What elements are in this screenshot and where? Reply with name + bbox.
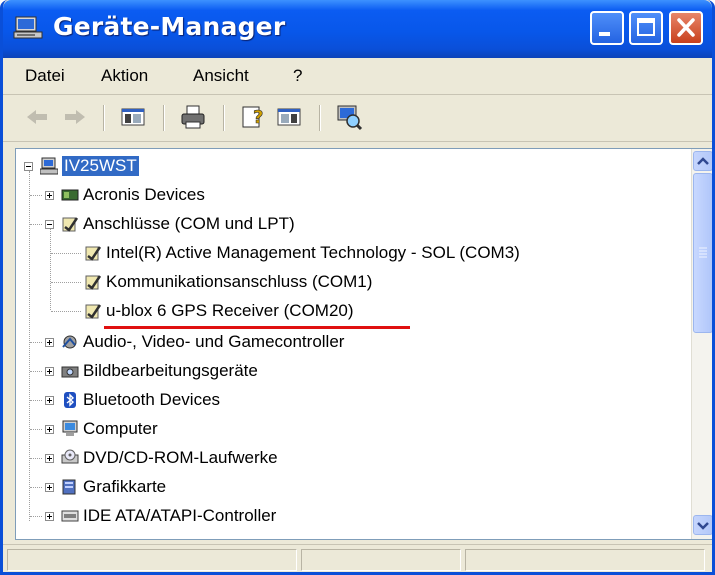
menu-bar: Datei Aktion Ansicht ? xyxy=(3,58,712,95)
close-button[interactable] xyxy=(669,11,703,45)
status-pane xyxy=(301,549,461,571)
device-manager-window: Geräte-Manager Datei Aktion Ansicht ? ? … xyxy=(0,0,715,575)
collapse-icon[interactable] xyxy=(45,220,54,229)
chevron-down-icon xyxy=(697,522,709,530)
category-label: Audio-, Video- und Gamecontroller xyxy=(83,332,345,351)
expand-icon[interactable] xyxy=(45,483,54,492)
chevron-up-icon xyxy=(697,157,709,165)
computer-icon xyxy=(40,157,58,175)
category-label: Bluetooth Devices xyxy=(83,390,221,409)
menu-ansicht[interactable]: Ansicht xyxy=(193,66,249,86)
maximize-button[interactable] xyxy=(629,11,663,45)
tree-line xyxy=(30,458,42,459)
imaging-device-icon xyxy=(61,366,79,378)
print-icon[interactable] xyxy=(179,103,207,131)
scroll-up-button[interactable] xyxy=(693,151,712,171)
view-pane-icon[interactable] xyxy=(275,103,303,131)
status-bar xyxy=(3,544,712,572)
ide-controller-icon xyxy=(61,510,79,522)
toolbar-separator xyxy=(223,105,225,131)
expand-icon[interactable] xyxy=(45,425,54,434)
display-adapter-icon xyxy=(62,479,76,495)
close-icon xyxy=(677,18,695,37)
tree-line xyxy=(30,429,42,430)
back-arrow-icon[interactable] xyxy=(23,103,51,131)
status-pane xyxy=(465,549,705,571)
maximize-icon xyxy=(637,18,655,36)
audio-video-icon xyxy=(62,335,77,349)
vertical-scrollbar[interactable] xyxy=(691,149,712,539)
port-icon xyxy=(85,275,102,290)
expand-icon[interactable] xyxy=(45,454,54,463)
device-label: Kommunikationsanschluss (COM1) xyxy=(106,272,373,291)
device-tree[interactable]: IV25WST Acronis Devices Anschlüsse (COM … xyxy=(15,148,712,540)
tree-line xyxy=(30,342,42,343)
category-label: DVD/CD-ROM-Laufwerke xyxy=(83,448,278,467)
port-icon xyxy=(85,246,102,261)
category-label: Computer xyxy=(83,419,158,438)
category-label: Acronis Devices xyxy=(83,185,205,204)
toolbar-separator xyxy=(319,105,321,131)
svg-text:?: ? xyxy=(253,107,263,128)
expand-icon[interactable] xyxy=(45,396,54,405)
menu-aktion[interactable]: Aktion xyxy=(101,66,148,86)
tree-line xyxy=(51,311,81,312)
minimize-icon xyxy=(599,32,610,36)
category-label: IDE ATA/ATAPI-Controller xyxy=(83,506,277,525)
scan-hardware-icon[interactable] xyxy=(335,103,363,131)
tree-line xyxy=(30,371,42,372)
collapse-icon[interactable] xyxy=(24,162,33,171)
port-icon xyxy=(85,304,102,319)
window-title: Geräte-Manager xyxy=(53,12,286,41)
port-icon xyxy=(62,217,79,232)
expand-icon[interactable] xyxy=(45,191,54,200)
menu-help[interactable]: ? xyxy=(293,66,302,86)
device-label: Intel(R) Active Management Technology - … xyxy=(106,243,520,262)
tree-line xyxy=(30,516,42,517)
title-bar[interactable]: Geräte-Manager xyxy=(3,0,712,58)
root-computer-name: IV25WST xyxy=(62,156,139,176)
category-label: Bildbearbeitungsgeräte xyxy=(83,361,258,380)
bluetooth-icon xyxy=(64,392,76,408)
tree-line xyxy=(51,282,81,283)
dvd-drive-icon xyxy=(61,449,79,464)
tree-line xyxy=(30,487,42,488)
forward-arrow-icon[interactable] xyxy=(61,103,89,131)
toolbar: ? xyxy=(3,95,712,142)
grip-icon xyxy=(699,247,707,258)
toolbar-separator xyxy=(163,105,165,131)
category-label: Grafikkarte xyxy=(83,477,167,496)
properties-help-icon[interactable]: ? xyxy=(239,103,267,131)
console-tree-icon[interactable] xyxy=(119,103,147,131)
minimize-button[interactable] xyxy=(590,11,624,45)
status-pane xyxy=(7,549,297,571)
tree-line xyxy=(30,224,42,225)
scroll-thumb[interactable] xyxy=(693,173,712,333)
tree-line xyxy=(30,195,42,196)
expand-icon[interactable] xyxy=(45,367,54,376)
tree-line xyxy=(50,227,51,310)
acronis-device-icon xyxy=(61,189,79,201)
device-label: u-blox 6 GPS Receiver (COM20) xyxy=(106,301,354,320)
computer-icon xyxy=(13,16,43,39)
computer-icon xyxy=(62,420,78,436)
toolbar-separator xyxy=(103,105,105,131)
menu-datei[interactable]: Datei xyxy=(25,66,65,86)
tree-line xyxy=(30,400,42,401)
category-label: Anschlüsse (COM und LPT) xyxy=(83,214,295,233)
expand-icon[interactable] xyxy=(45,338,54,347)
highlight-underline xyxy=(104,326,410,329)
scroll-down-button[interactable] xyxy=(693,515,712,535)
expand-icon[interactable] xyxy=(45,512,54,521)
tree-line xyxy=(51,253,81,254)
